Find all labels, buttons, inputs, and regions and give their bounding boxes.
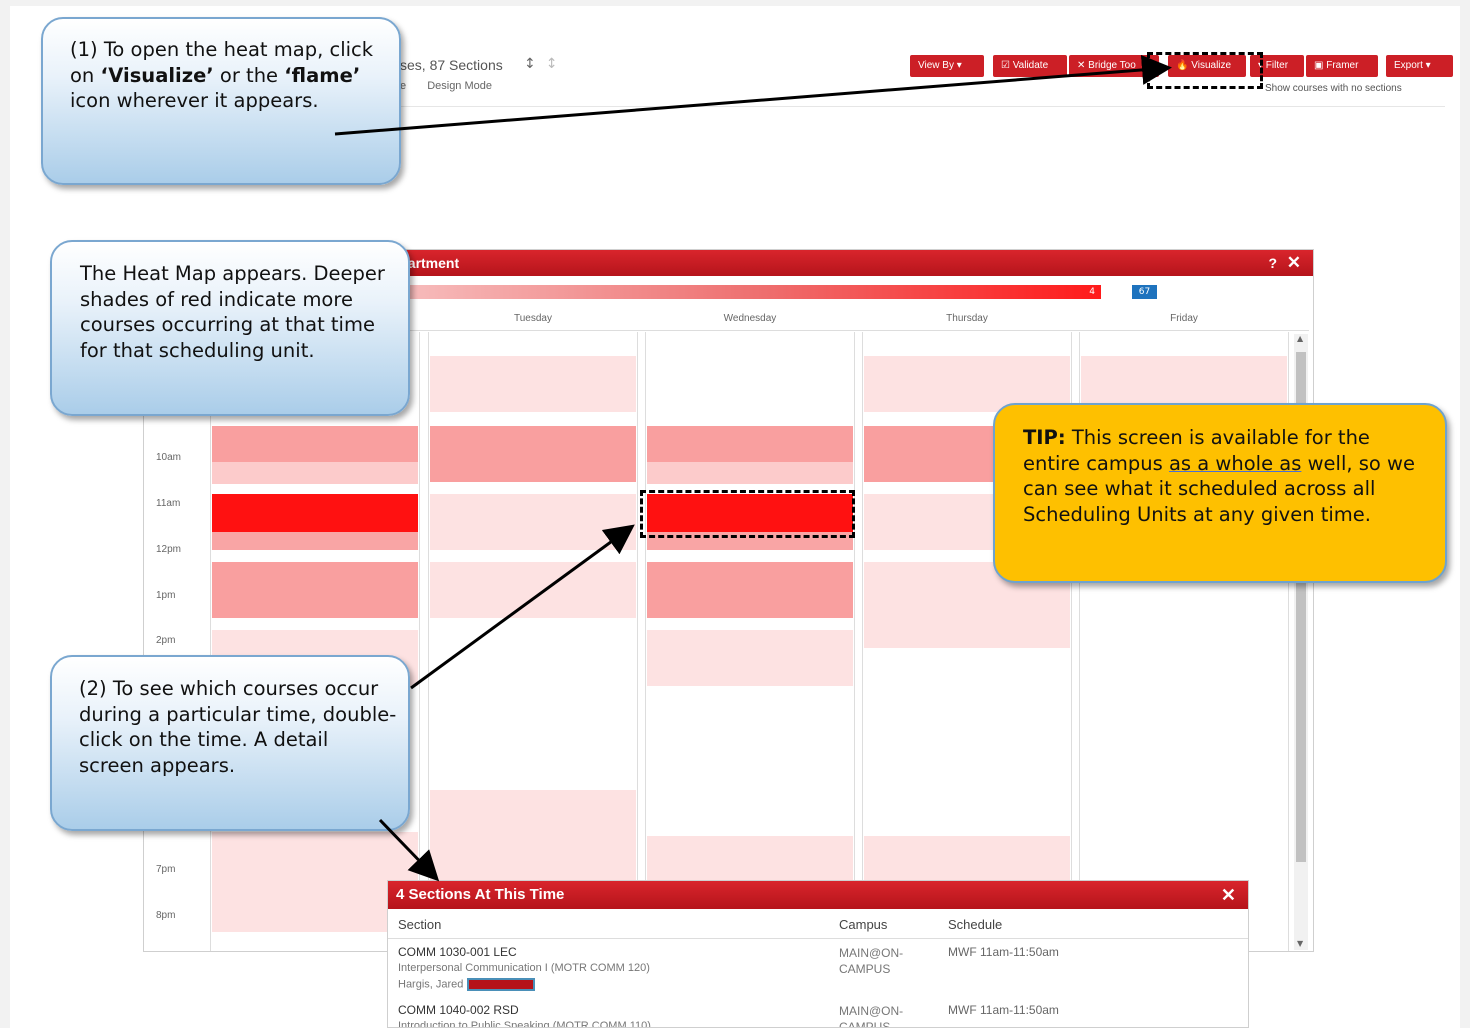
sort-arrows-icon[interactable]: ↕ ↕	[524, 56, 557, 72]
day-column-tuesday[interactable]	[428, 332, 638, 951]
visualize-highlight	[1147, 52, 1263, 89]
detail-column-headers: Section Campus Schedule	[388, 912, 1248, 939]
design-mode-link[interactable]: Design Mode	[427, 80, 492, 92]
heat-cell[interactable]	[212, 426, 418, 462]
col-section[interactable]: Section	[398, 917, 441, 932]
heat-cell[interactable]	[647, 630, 853, 686]
heat-cell[interactable]	[430, 562, 636, 618]
help-icon[interactable]: ?	[1268, 250, 1277, 276]
scroll-down-icon[interactable]: ▼	[1297, 939, 1303, 948]
callout-heatmap-appears: The Heat Map appears. Deeper shades of r…	[50, 240, 410, 416]
time-label: 1pm	[156, 590, 176, 601]
course-name: Interpersonal Communication I (MOTR COMM…	[398, 962, 650, 974]
tip-underline: as a whole as	[1168, 451, 1302, 475]
callout-text: The Heat Map appears. Deeper shades of r…	[80, 262, 385, 362]
course-name: Introduction to Public Speaking (MOTR CO…	[398, 1020, 651, 1028]
heat-cell[interactable]	[212, 462, 418, 484]
callout-double-click: (2) To see which courses occur during a …	[50, 655, 410, 831]
heat-cell[interactable]	[430, 494, 636, 550]
heat-cell[interactable]	[212, 494, 418, 532]
section-summary: ses, 87 Sections	[400, 57, 503, 73]
schedule: MWF 11am-11:50am	[948, 1003, 1059, 1017]
time-label: 8pm	[156, 910, 176, 921]
campus: MAIN@ON-CAMPUS	[839, 1004, 904, 1028]
heat-cell[interactable]	[430, 790, 636, 846]
tip-label: TIP:	[1023, 426, 1066, 449]
tip-text: TIP: This screen is available for the en…	[1023, 425, 1433, 527]
legend-value: 4	[1089, 287, 1095, 297]
divider	[400, 106, 1445, 107]
heat-cell[interactable]	[647, 462, 853, 484]
time-label: 11am	[156, 498, 181, 509]
close-icon[interactable]: ✕	[1221, 881, 1236, 909]
callout-text: (2) To see which courses occur during a …	[79, 677, 397, 777]
day-header-friday: Friday	[1170, 313, 1198, 324]
heat-cell[interactable]	[212, 562, 418, 618]
sections-detail-window: 4 Sections At This Time ✕ Section Campus…	[387, 880, 1249, 1028]
cell-highlight	[640, 490, 855, 538]
col-campus[interactable]: Campus	[839, 917, 887, 932]
day-column-monday[interactable]	[210, 332, 420, 951]
tip-callout: TIP: This screen is available for the en…	[993, 403, 1447, 583]
schedule: MWF 11am-11:50am	[948, 945, 1059, 959]
heat-cell[interactable]	[430, 426, 636, 482]
scroll-up-icon[interactable]: ▲	[1297, 334, 1303, 343]
callout-text-part: icon wherever it appears.	[70, 89, 319, 112]
section-code[interactable]: COMM 1030-001 LEC	[398, 945, 517, 959]
callout-bold: ‘Visualize’	[100, 63, 214, 87]
day-header-thursday: Thursday	[946, 313, 988, 324]
day-column-wednesday[interactable]	[645, 332, 855, 951]
day-header-wednesday: Wednesday	[723, 313, 777, 324]
callout-bold: ‘flame’	[284, 63, 361, 87]
callout-open-heatmap: (1) To open the heat map, click on ‘Visu…	[41, 17, 401, 185]
instructor-name: Hargis, Jared	[398, 978, 464, 991]
heat-cell[interactable]	[212, 532, 418, 550]
heat-cell[interactable]	[647, 426, 853, 462]
header-sub: e Design Mode	[400, 80, 510, 92]
view-by-button[interactable]: View By ▾	[910, 55, 984, 77]
callout-text: (1) To open the heat map, click on ‘Visu…	[70, 37, 390, 114]
close-icon[interactable]: ✕	[1287, 250, 1301, 276]
heat-cell[interactable]	[647, 562, 853, 618]
col-schedule[interactable]: Schedule	[948, 917, 1002, 932]
time-label: 2pm	[156, 635, 176, 646]
export-button[interactable]: Export ▾	[1386, 55, 1453, 77]
callout-text-part: or the	[213, 63, 285, 87]
show-no-sections-link[interactable]: Show courses with no sections	[1265, 83, 1402, 94]
heat-cell[interactable]	[430, 356, 636, 412]
framer-button[interactable]: ▣ Framer	[1306, 55, 1378, 77]
validate-button[interactable]: ☑ Validate	[993, 55, 1067, 77]
time-label: 12pm	[156, 544, 182, 555]
detail-title: 4 Sections At This Time	[396, 886, 565, 903]
instructor: Hargis, Jared	[398, 978, 536, 991]
campus: MAIN@ON-CAMPUS	[839, 946, 904, 976]
time-label: 10am	[156, 452, 182, 463]
heat-legend-bar: 4	[344, 285, 1101, 299]
bridge-tools-button[interactable]: ✕ Bridge Too	[1069, 55, 1159, 77]
redacted-badge	[467, 978, 536, 991]
time-label: 7pm	[156, 864, 176, 875]
day-header-tuesday: Tuesday	[514, 313, 552, 324]
section-code[interactable]: COMM 1040-002 RSD	[398, 1003, 519, 1017]
legend-max-badge: 67	[1132, 285, 1157, 299]
detail-titlebar: 4 Sections At This Time ✕	[388, 881, 1248, 909]
